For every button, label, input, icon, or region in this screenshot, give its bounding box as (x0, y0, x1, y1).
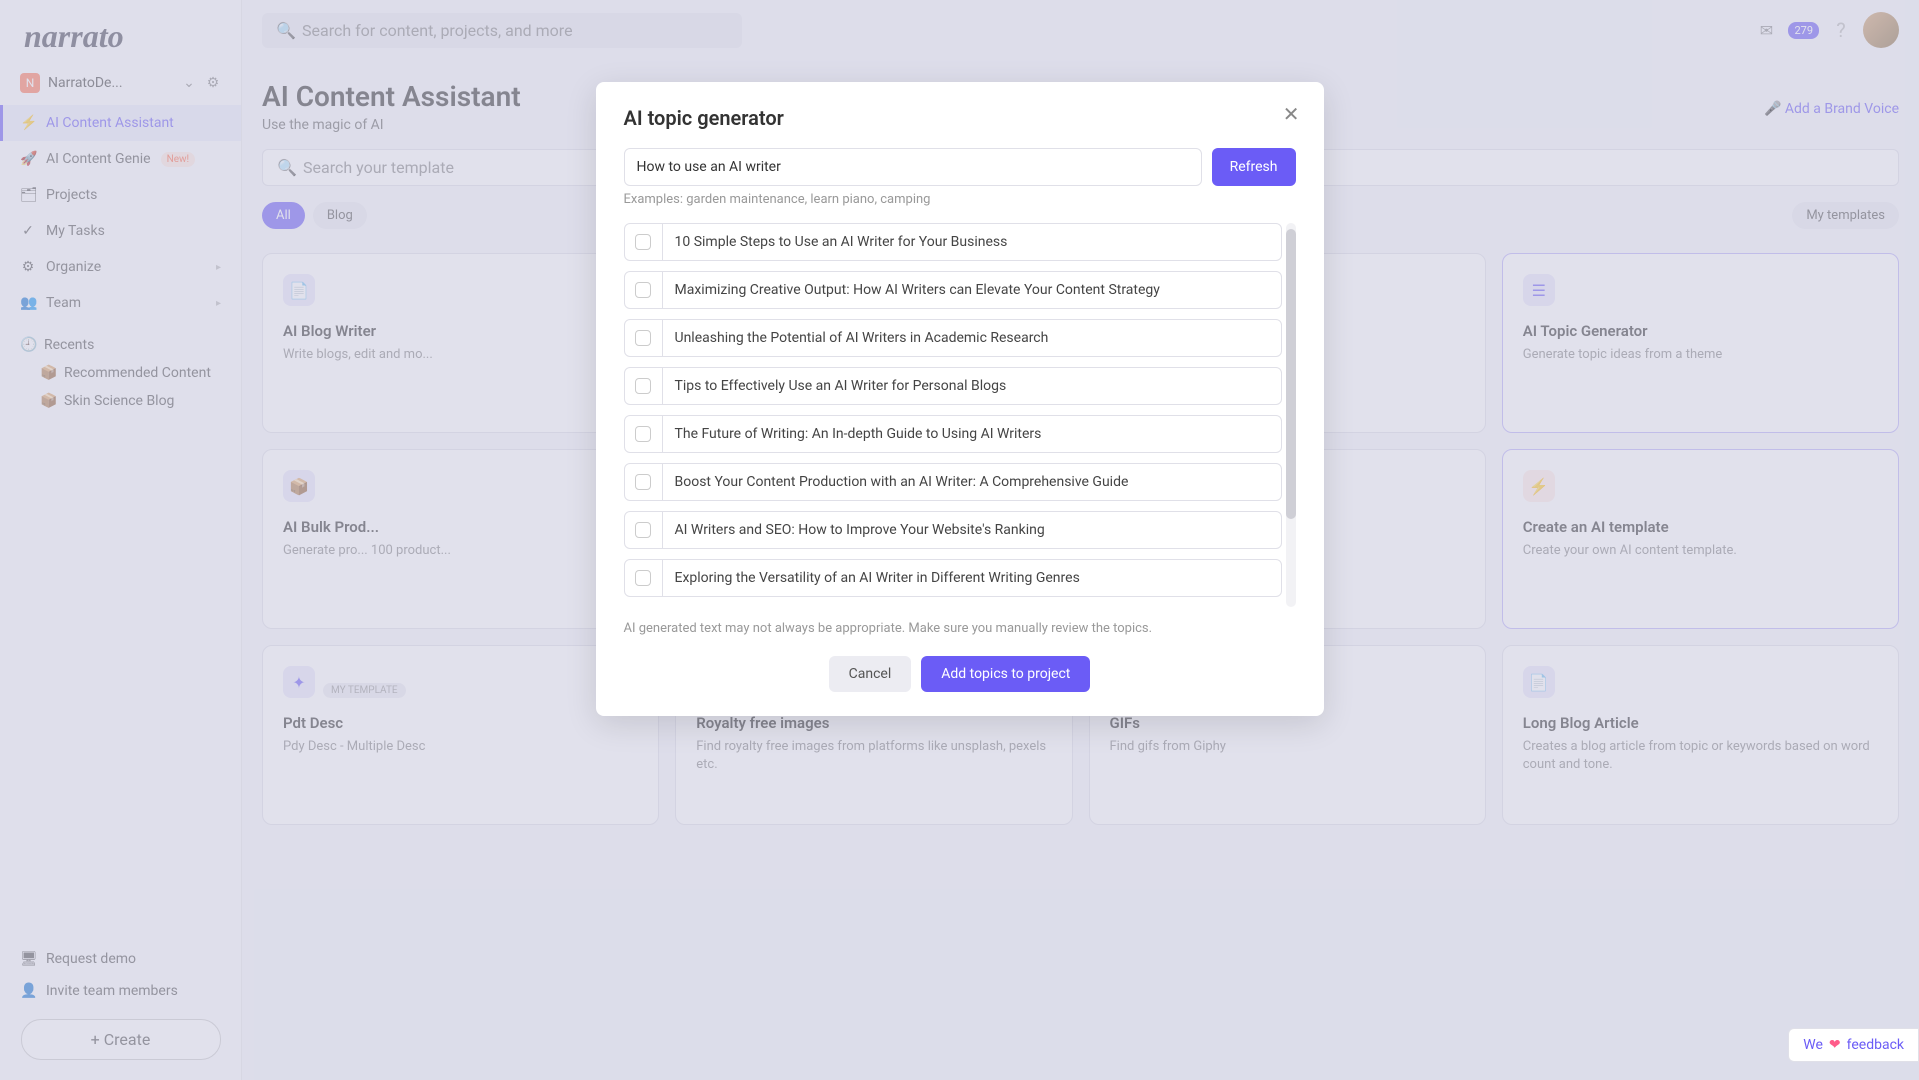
modal-title: AI topic generator (624, 106, 1296, 130)
topic-checkbox[interactable] (635, 570, 651, 586)
topic-checkbox[interactable] (635, 426, 651, 442)
topic-checkbox-cell (625, 512, 663, 548)
feedback-we: We (1803, 1037, 1823, 1053)
topic-text: Maximizing Creative Output: How AI Write… (663, 272, 1281, 308)
cancel-button[interactable]: Cancel (829, 656, 912, 692)
modal-input-row: Refresh (624, 148, 1296, 186)
topic-text: Unleashing the Potential of AI Writers i… (663, 320, 1281, 356)
topic-row[interactable]: Exploring the Versatility of an AI Write… (624, 559, 1282, 597)
topic-row[interactable]: AI Writers and SEO: How to Improve Your … (624, 511, 1282, 549)
topic-checkbox[interactable] (635, 282, 651, 298)
close-icon[interactable]: ✕ (1283, 102, 1300, 126)
topic-checkbox-cell (625, 416, 663, 452)
add-topics-button[interactable]: Add topics to project (921, 656, 1090, 692)
topic-checkbox-cell (625, 560, 663, 596)
topic-checkbox[interactable] (635, 474, 651, 490)
topic-checkbox-cell (625, 320, 663, 356)
topic-row[interactable]: 10 Simple Steps to Use an AI Writer for … (624, 223, 1282, 261)
topics-list: 10 Simple Steps to Use an AI Writer for … (624, 223, 1296, 607)
topic-checkbox[interactable] (635, 234, 651, 250)
topic-text: Tips to Effectively Use an AI Writer for… (663, 368, 1281, 404)
topic-checkbox-cell (625, 464, 663, 500)
topic-row[interactable]: Tips to Effectively Use an AI Writer for… (624, 367, 1282, 405)
feedback-text: feedback (1847, 1037, 1904, 1053)
modal-overlay: AI topic generator ✕ Refresh Examples: g… (0, 0, 1919, 1080)
feedback-widget[interactable]: We ❤ feedback (1788, 1028, 1919, 1062)
topic-text: Exploring the Versatility of an AI Write… (663, 560, 1281, 596)
topic-text: AI Writers and SEO: How to Improve Your … (663, 512, 1281, 548)
topic-text: The Future of Writing: An In-depth Guide… (663, 416, 1281, 452)
modal-actions: Cancel Add topics to project (624, 656, 1296, 692)
topic-checkbox-cell (625, 272, 663, 308)
topic-text: 10 Simple Steps to Use an AI Writer for … (663, 224, 1281, 260)
topic-checkbox-cell (625, 368, 663, 404)
topic-input[interactable] (624, 148, 1202, 186)
heart-icon: ❤ (1829, 1037, 1841, 1053)
topic-row[interactable]: The Future of Writing: An In-depth Guide… (624, 415, 1282, 453)
topic-text: Boost Your Content Production with an AI… (663, 464, 1281, 500)
topic-checkbox[interactable] (635, 522, 651, 538)
topic-checkbox[interactable] (635, 330, 651, 346)
topic-row[interactable]: Boost Your Content Production with an AI… (624, 463, 1282, 501)
scrollbar-thumb[interactable] (1286, 229, 1296, 519)
disclaimer-text: AI generated text may not always be appr… (624, 621, 1296, 636)
examples-text: Examples: garden maintenance, learn pian… (624, 192, 1296, 207)
ai-topic-generator-modal: AI topic generator ✕ Refresh Examples: g… (596, 82, 1324, 716)
topic-row[interactable]: Unleashing the Potential of AI Writers i… (624, 319, 1282, 357)
topic-checkbox-cell (625, 224, 663, 260)
topic-row[interactable]: Maximizing Creative Output: How AI Write… (624, 271, 1282, 309)
topic-checkbox[interactable] (635, 378, 651, 394)
refresh-button[interactable]: Refresh (1212, 148, 1296, 186)
topics-container: 10 Simple Steps to Use an AI Writer for … (624, 223, 1296, 607)
